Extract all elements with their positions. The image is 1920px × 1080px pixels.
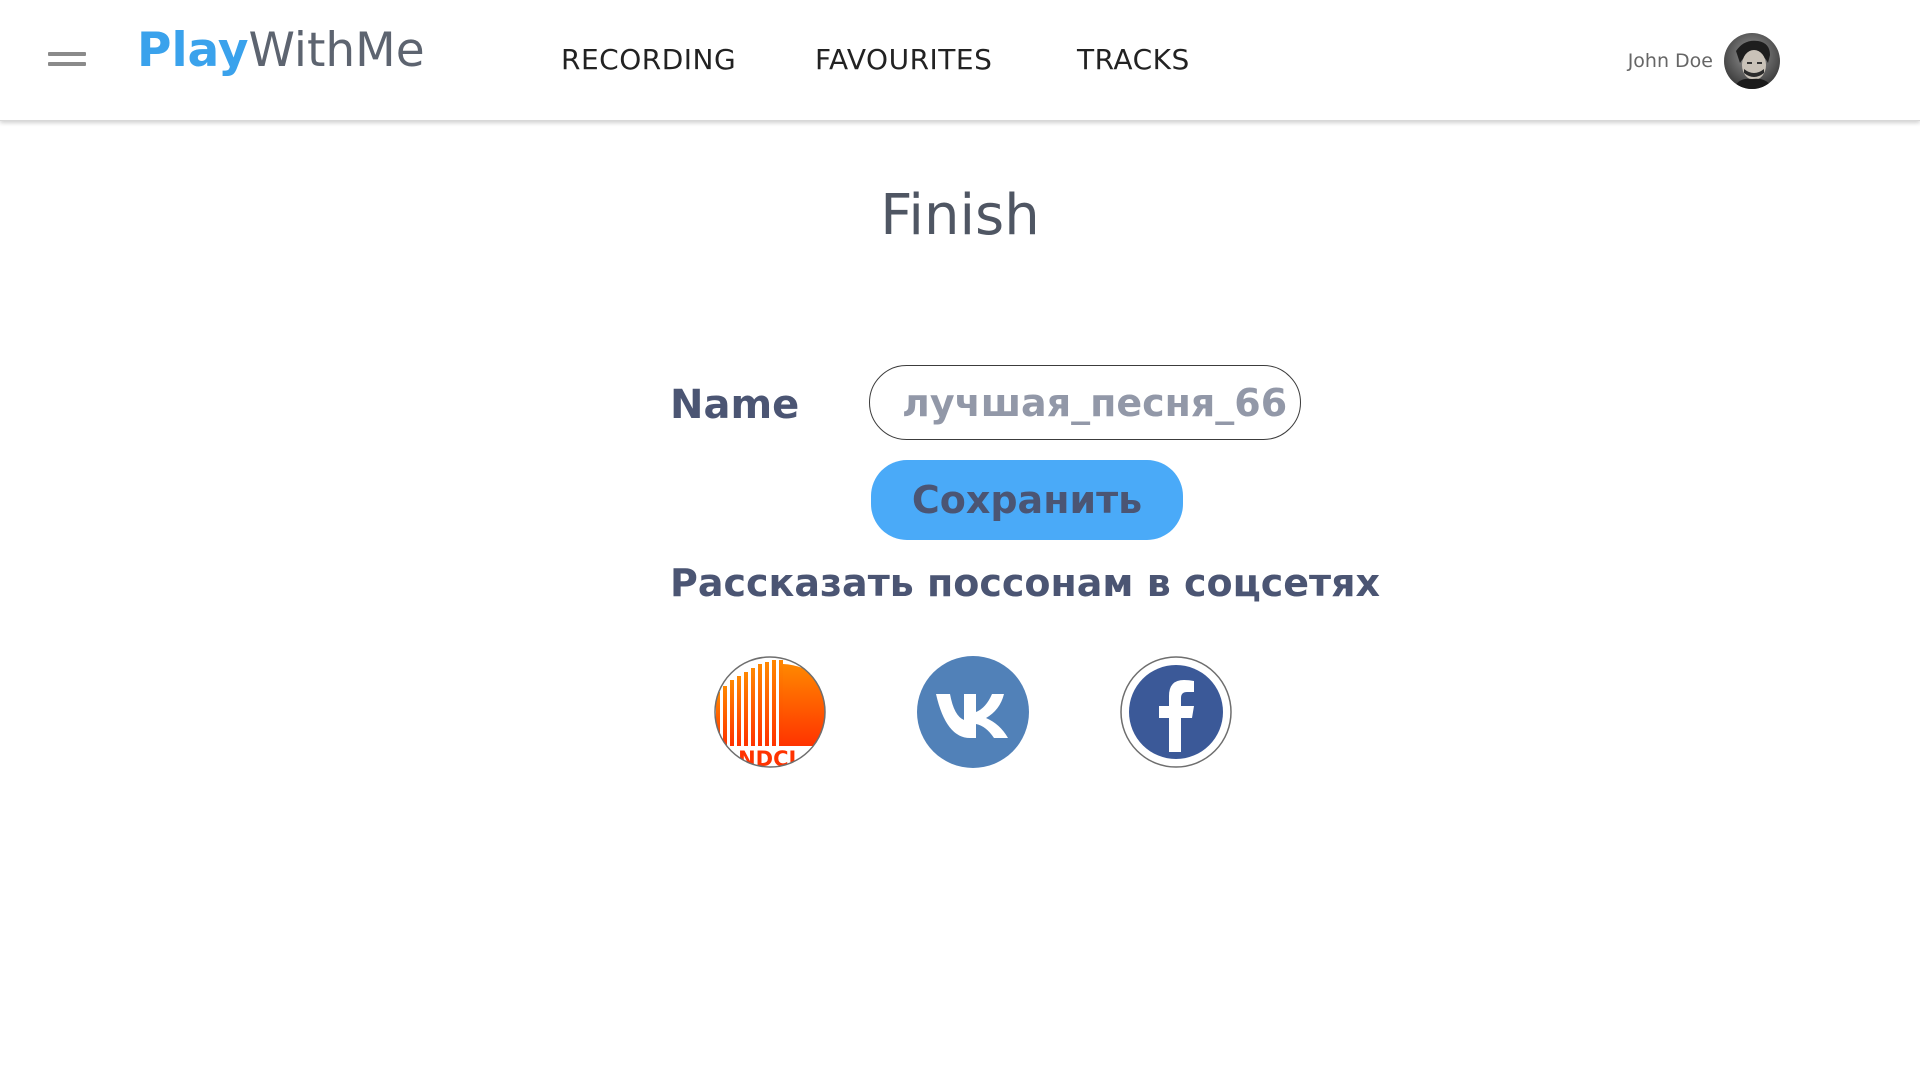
app-logo[interactable]: PlayWithMe: [137, 22, 425, 80]
facebook-button[interactable]: [1119, 654, 1233, 770]
nav-favourites[interactable]: FAVOURITES: [815, 40, 992, 80]
user-name[interactable]: John Doe: [1628, 48, 1713, 74]
user-avatar[interactable]: [1724, 33, 1780, 89]
vk-icon: [917, 656, 1029, 768]
facebook-icon: [1120, 656, 1232, 768]
save-button[interactable]: Сохранить: [871, 460, 1183, 540]
nav-tracks[interactable]: TRACKS: [1077, 40, 1190, 80]
top-bar: PlayWithMe RECORDING FAVOURITES TRACKS J…: [0, 0, 1920, 121]
name-input[interactable]: [869, 365, 1301, 440]
soundcloud-icon: NDCL: [714, 656, 826, 768]
nav-recording[interactable]: RECORDING: [561, 40, 736, 80]
logo-play: Play: [137, 23, 249, 78]
hamburger-line: [48, 52, 86, 56]
soundcloud-button[interactable]: NDCL: [713, 654, 827, 770]
page-title: Finish: [880, 183, 1040, 248]
hamburger-menu-icon[interactable]: [46, 46, 88, 74]
hamburger-line: [48, 62, 86, 66]
share-label: Рассказать поссонам в соцсетях: [670, 561, 1380, 605]
avatar-image: [1724, 33, 1780, 89]
name-label: Name: [670, 382, 800, 428]
logo-withme: WithMe: [248, 23, 425, 78]
vk-button[interactable]: [916, 654, 1030, 770]
